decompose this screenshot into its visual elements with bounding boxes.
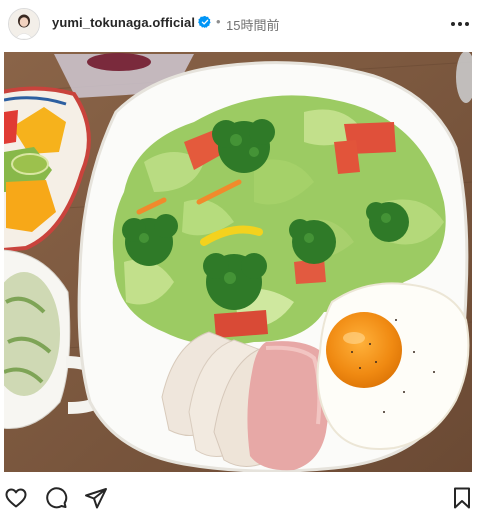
share-icon[interactable] [84, 486, 108, 510]
separator-dot: • [216, 14, 221, 29]
bookmark-icon[interactable] [450, 486, 474, 510]
action-bar [0, 476, 480, 516]
username[interactable]: yumi_tokunaga.official [52, 15, 195, 30]
post-timestamp[interactable]: 15時間前 [226, 15, 279, 34]
post-header: yumi_tokunaga.official • 15時間前 [0, 0, 480, 48]
verified-badge-icon [198, 15, 211, 29]
heart-icon[interactable] [4, 486, 28, 510]
comment-icon[interactable] [44, 486, 68, 510]
post-image[interactable] [4, 52, 472, 472]
instagram-post: yumi_tokunaga.official • 15時間前 [0, 0, 480, 515]
more-options-icon[interactable] [448, 14, 472, 34]
profile-avatar[interactable] [8, 8, 40, 40]
